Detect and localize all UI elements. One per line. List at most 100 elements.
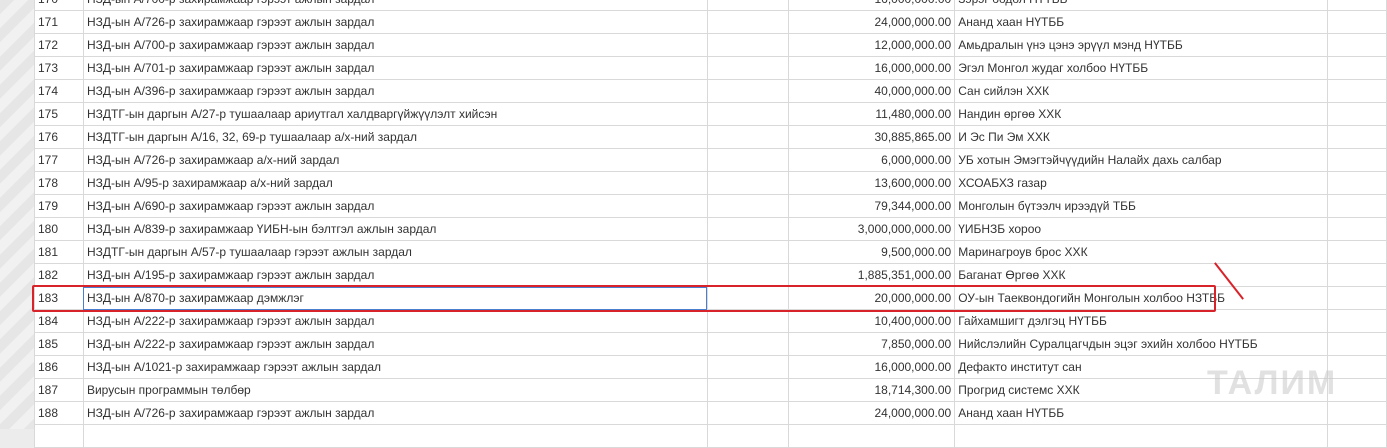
organization-cell[interactable]: Нийслэлийн Суралцагчдын эцэг эхийн холбо… bbox=[954, 332, 1329, 356]
empty-cell[interactable] bbox=[706, 194, 790, 218]
row-number-cell[interactable]: 174 bbox=[34, 79, 84, 103]
empty-cell[interactable] bbox=[706, 0, 790, 11]
table-row[interactable]: 182 НЗД-ын А/195-р захирамжаар гэрээт ажл… bbox=[34, 263, 1387, 287]
row-number-cell[interactable]: 171 bbox=[34, 10, 84, 34]
amount-cell[interactable]: 11,480,000.00 bbox=[788, 102, 956, 126]
amount-cell[interactable]: 7,850,000.00 bbox=[788, 332, 956, 356]
organization-cell[interactable]: ХСОАБХЗ газар bbox=[954, 171, 1329, 195]
amount-cell[interactable]: 1,885,351,000.00 bbox=[788, 263, 956, 287]
description-cell[interactable]: НЗД-ын А/1021-р захирамжаар гэрээт ажлын… bbox=[82, 355, 708, 379]
empty-cell[interactable] bbox=[1327, 148, 1387, 172]
row-number-cell[interactable]: 179 bbox=[34, 194, 84, 218]
empty-cell[interactable] bbox=[706, 378, 790, 402]
empty-cell[interactable] bbox=[706, 102, 790, 126]
amount-cell[interactable]: 9,500,000.00 bbox=[788, 240, 956, 264]
table-row[interactable]: 178 НЗД-ын А/95-р захирамжаар а/х-ний зар… bbox=[34, 171, 1387, 195]
row-number-cell[interactable]: 182 bbox=[34, 263, 84, 287]
table-row[interactable]: 171 НЗД-ын А/726-р захирамжаар гэрээт ажл… bbox=[34, 10, 1387, 34]
row-number-cell[interactable] bbox=[34, 424, 84, 448]
amount-cell[interactable]: 18,714,300.00 bbox=[788, 378, 956, 402]
table-row[interactable]: 176 НЗДТГ-ын даргын А/16, 32, 69-р тушаал… bbox=[34, 125, 1387, 149]
amount-cell[interactable]: 16,000,000.00 bbox=[788, 355, 956, 379]
description-cell[interactable]: НЗД-ын А/870-р захирамжаар дэмжлэг bbox=[82, 286, 708, 310]
description-cell[interactable]: НЗД-ын А/222-р захирамжаар гэрээт ажлын … bbox=[82, 332, 708, 356]
description-cell[interactable]: НЗД-ын А/726-р захирамжаар гэрээт ажлын … bbox=[82, 10, 708, 34]
description-cell[interactable]: НЗД-ын А/690-р захирамжаар гэрээт ажлын … bbox=[82, 194, 708, 218]
amount-cell[interactable] bbox=[788, 424, 956, 448]
empty-cell[interactable] bbox=[1327, 171, 1387, 195]
organization-cell[interactable]: Монголын бүтээлч ирээдүй ТББ bbox=[954, 194, 1329, 218]
organization-cell[interactable] bbox=[954, 424, 1329, 448]
table-row[interactable]: 177 НЗД-ын А/726-р захирамжаар а/х-ний за… bbox=[34, 148, 1387, 172]
organization-cell[interactable]: Ананд хаан НҮТББ bbox=[954, 10, 1329, 34]
organization-cell[interactable]: Маринагроув брос ХХК bbox=[954, 240, 1329, 264]
row-number-cell[interactable]: 181 bbox=[34, 240, 84, 264]
organization-cell[interactable]: ОУ-ын Таеквондогийн Монголын холбоо НЗТБ… bbox=[954, 286, 1329, 310]
empty-cell[interactable] bbox=[706, 171, 790, 195]
empty-cell[interactable] bbox=[1327, 10, 1387, 34]
amount-cell[interactable]: 40,000,000.00 bbox=[788, 79, 956, 103]
empty-cell[interactable] bbox=[706, 217, 790, 241]
empty-cell[interactable] bbox=[706, 79, 790, 103]
description-cell[interactable]: НЗД-ын А/701-р захирамжаар гэрээт ажлын … bbox=[82, 56, 708, 80]
empty-cell[interactable] bbox=[706, 125, 790, 149]
amount-cell[interactable]: 12,000,000.00 bbox=[788, 33, 956, 57]
description-cell[interactable]: НЗДТГ-ын даргын А/16, 32, 69-р тушаалаар… bbox=[82, 125, 708, 149]
table-row[interactable] bbox=[34, 424, 1387, 448]
empty-cell[interactable] bbox=[1327, 424, 1387, 448]
table-row[interactable]: 186 НЗД-ын А/1021-р захирамжаар гэрээт аж… bbox=[34, 355, 1387, 379]
table-row[interactable]: 180 НЗД-ын А/839-р захирамжаар ҮИБН-ын бэ… bbox=[34, 217, 1387, 241]
empty-cell[interactable] bbox=[706, 286, 790, 310]
organization-cell[interactable]: Эгэл Монгол жудаг холбоо НҮТББ bbox=[954, 56, 1329, 80]
organization-cell[interactable]: УБ хотын Эмэгтэйчүүдийн Налайх дахь салб… bbox=[954, 148, 1329, 172]
table-row[interactable]: 175 НЗДТГ-ын даргын А/27-р тушаалаар ариу… bbox=[34, 102, 1387, 126]
table-row[interactable]: 188 НЗД-ын А/726-р захирамжаар гэрээт ажл… bbox=[34, 401, 1387, 425]
description-cell[interactable]: НЗД-ын А/700-р захирамжаар гэрээт ажлын … bbox=[82, 0, 708, 11]
organization-cell[interactable]: И Эс Пи Эм ХХК bbox=[954, 125, 1329, 149]
empty-cell[interactable] bbox=[706, 263, 790, 287]
table-row[interactable]: 170НЗД-ын А/700-р захирамжаар гэрээт ажл… bbox=[34, 0, 1387, 11]
table-row[interactable]: 185 НЗД-ын А/222-р захирамжаар гэрээт ажл… bbox=[34, 332, 1387, 356]
empty-cell[interactable] bbox=[1327, 263, 1387, 287]
empty-cell[interactable] bbox=[706, 401, 790, 425]
amount-cell[interactable]: 24,000,000.00 bbox=[788, 401, 956, 425]
empty-cell[interactable] bbox=[706, 332, 790, 356]
description-cell[interactable]: НЗД-ын А/396-р захирамжаар гэрээт ажлын … bbox=[82, 79, 708, 103]
description-cell[interactable]: НЗД-ын А/95-р захирамжаар а/х-ний зардал bbox=[82, 171, 708, 195]
table-row[interactable]: 181 НЗДТГ-ын даргын А/57-р тушаалаар гэрэ… bbox=[34, 240, 1387, 264]
empty-cell[interactable] bbox=[1327, 332, 1387, 356]
empty-cell[interactable] bbox=[1327, 240, 1387, 264]
description-cell[interactable]: НЗД-ын А/839-р захирамжаар ҮИБН-ын бэлтг… bbox=[82, 217, 708, 241]
empty-cell[interactable] bbox=[1327, 286, 1387, 310]
empty-cell[interactable] bbox=[706, 355, 790, 379]
empty-cell[interactable] bbox=[1327, 0, 1387, 11]
table-row[interactable]: 179 НЗД-ын А/690-р захирамжаар гэрээт ажл… bbox=[34, 194, 1387, 218]
empty-cell[interactable] bbox=[706, 309, 790, 333]
empty-cell[interactable] bbox=[706, 10, 790, 34]
row-number-cell[interactable]: 172 bbox=[34, 33, 84, 57]
empty-cell[interactable] bbox=[706, 148, 790, 172]
amount-cell[interactable]: 79,344,000.00 bbox=[788, 194, 956, 218]
table-row[interactable]: 187 Вирусын программын төлбөр 18,714,300.0… bbox=[34, 378, 1387, 402]
empty-cell[interactable] bbox=[1327, 401, 1387, 425]
row-number-cell[interactable]: 186 bbox=[34, 355, 84, 379]
row-number-cell[interactable]: 170 bbox=[34, 0, 84, 11]
organization-cell[interactable]: Ананд хаан НҮТББ bbox=[954, 401, 1329, 425]
organization-cell[interactable]: ҮИБНЗБ хороо bbox=[954, 217, 1329, 241]
row-number-cell[interactable]: 177 bbox=[34, 148, 84, 172]
organization-cell[interactable]: Гайхамшигт дэлгэц НҮТББ bbox=[954, 309, 1329, 333]
description-cell[interactable] bbox=[82, 424, 708, 448]
empty-cell[interactable] bbox=[706, 56, 790, 80]
row-number-cell[interactable]: 185 bbox=[34, 332, 84, 356]
amount-cell[interactable]: 10,400,000.00 bbox=[788, 309, 956, 333]
empty-cell[interactable] bbox=[1327, 33, 1387, 57]
row-number-cell[interactable]: 175 bbox=[34, 102, 84, 126]
amount-cell[interactable]: 16,000,000.00 bbox=[788, 56, 956, 80]
description-cell[interactable]: НЗД-ын А/726-р захирамжаар гэрээт ажлын … bbox=[82, 401, 708, 425]
empty-cell[interactable] bbox=[706, 424, 790, 448]
empty-cell[interactable] bbox=[706, 33, 790, 57]
amount-cell[interactable]: 20,000,000.00 bbox=[788, 286, 956, 310]
empty-cell[interactable] bbox=[1327, 79, 1387, 103]
organization-cell[interactable]: Нандин өргөө ХХК bbox=[954, 102, 1329, 126]
description-cell[interactable]: НЗД-ын А/700-р захирамжаар гэрээт ажлын … bbox=[82, 33, 708, 57]
